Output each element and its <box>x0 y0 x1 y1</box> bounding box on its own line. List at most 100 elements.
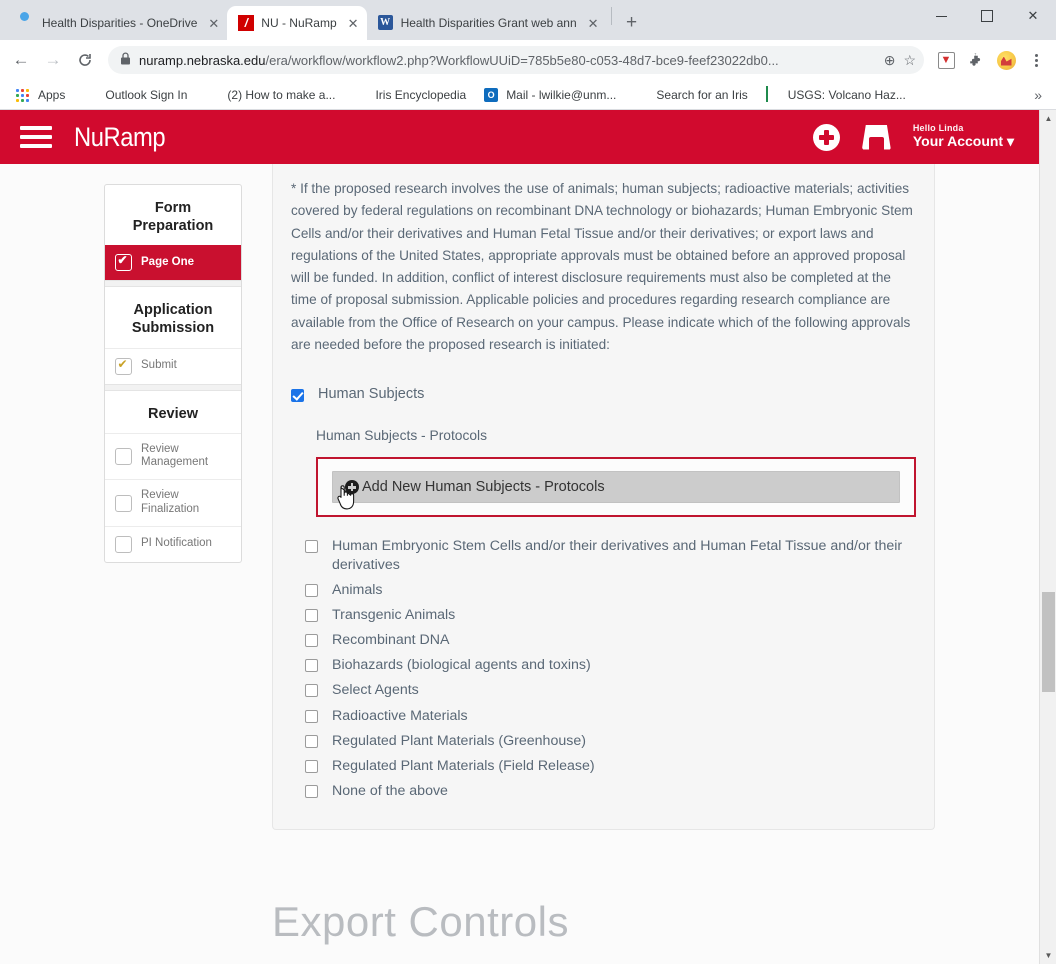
sidebar-item-submit[interactable]: Submit <box>105 347 241 384</box>
shield-extension-icon[interactable]: ▼ <box>932 46 960 74</box>
tab-title: Health Disparities Grant web ann <box>400 16 577 30</box>
install-app-icon[interactable]: ⊕ <box>884 52 896 69</box>
bookmark-label: Apps <box>38 87 66 102</box>
bookmark-apps[interactable]: Apps <box>8 84 73 106</box>
word-icon: W <box>377 15 394 31</box>
url-host: nuramp.nebraska.edu <box>139 52 266 68</box>
option-checkbox[interactable] <box>305 785 318 799</box>
profile-avatar-icon[interactable] <box>992 46 1020 74</box>
bookmark-iris-encyclopedia[interactable]: Iris Encyclopedia <box>345 84 474 106</box>
option-row[interactable]: Biohazards (biological agents and toxins… <box>305 656 916 674</box>
option-row[interactable]: Regulated Plant Materials (Greenhouse) <box>305 732 916 750</box>
compliance-panel: * If the proposed research involves the … <box>272 164 935 831</box>
option-row[interactable]: Select Agents <box>305 681 916 699</box>
human-subjects-row[interactable]: Human Subjects <box>291 386 916 403</box>
bookmark-usgs-volcano[interactable]: USGS: Volcano Haz... <box>758 84 914 106</box>
bookmarks-overflow-icon[interactable]: » <box>1034 87 1048 103</box>
nuramp-logo[interactable]: NuRamp <box>74 122 166 153</box>
bookmark-label: Search for an Iris <box>656 87 748 102</box>
sidebar-item-label: Page One <box>141 255 195 268</box>
export-controls-heading: Export Controls <box>272 898 569 946</box>
checkbox-icon <box>115 357 132 375</box>
iris-icon <box>353 87 369 103</box>
tab-divider <box>610 7 612 25</box>
bookmarks-bar: Apps Outlook Sign In (2) How to make a..… <box>0 80 1056 110</box>
option-label: None of the above <box>332 783 448 800</box>
option-checkbox[interactable] <box>305 659 318 673</box>
hamburger-menu-icon[interactable] <box>20 126 52 148</box>
puzzle-extension-icon[interactable] <box>962 46 990 74</box>
sidebar-item-pi-notification[interactable]: PI Notification <box>105 525 241 562</box>
option-label: Radioactive Materials <box>332 707 468 724</box>
option-label: Human Embryonic Stem Cells and/or their … <box>332 538 903 573</box>
option-checkbox[interactable] <box>305 608 318 622</box>
bookmark-label: Mail - lwilkie@unm... <box>506 87 617 102</box>
approval-options-list: Human Embryonic Stem Cells and/or their … <box>305 537 916 800</box>
sidebar-divider <box>105 280 241 288</box>
bookmark-label: Iris Encyclopedia <box>375 87 467 102</box>
add-new-human-subjects-protocols-button[interactable]: Add New Human Subjects - Protocols <box>332 471 900 504</box>
page-scrollbar[interactable]: ▲ ▼ <box>1039 110 1056 964</box>
option-checkbox[interactable] <box>305 734 318 748</box>
globe-icon <box>83 87 99 103</box>
tab-close-icon[interactable]: ✕ <box>208 17 219 30</box>
sidebar-item-page-one[interactable]: Page One <box>105 245 241 281</box>
browser-tab-3[interactable]: W Health Disparities Grant web ann ✕ <box>366 6 607 40</box>
browser-tab-2[interactable]: / NU - NuRamp ✕ <box>227 6 367 40</box>
three-dot-menu-icon[interactable] <box>1022 46 1050 74</box>
browser-tab-1[interactable]: Health Disparities - OneDrive ✕ <box>8 6 228 40</box>
address-bar[interactable]: nuramp.nebraska.edu/era/workflow/workflo… <box>108 46 924 74</box>
sidebar-item-review-management[interactable]: Review Management <box>105 432 241 480</box>
minimize-button[interactable] <box>918 0 964 32</box>
add-button-label: Add New Human Subjects - Protocols <box>362 479 605 496</box>
close-window-button[interactable]: ✕ <box>1010 0 1056 32</box>
option-row[interactable]: Radioactive Materials <box>305 707 916 725</box>
tab-title: NU - NuRamp <box>261 16 337 30</box>
option-checkbox[interactable] <box>305 759 318 773</box>
scroll-down-arrow-icon[interactable]: ▼ <box>1040 947 1056 964</box>
option-checkbox[interactable] <box>305 583 318 597</box>
option-label: Regulated Plant Materials (Field Release… <box>332 757 595 774</box>
scroll-up-arrow-icon[interactable]: ▲ <box>1040 110 1056 127</box>
sidebar-item-review-finalization[interactable]: Review Finalization <box>105 479 241 526</box>
sidebar-group-title-review: Review <box>148 405 198 422</box>
new-tab-button[interactable]: + <box>618 9 646 37</box>
option-row[interactable]: Human Embryonic Stem Cells and/or their … <box>305 537 916 573</box>
onedrive-icon <box>19 15 35 31</box>
maximize-button[interactable] <box>964 0 1010 32</box>
option-checkbox[interactable] <box>305 684 318 698</box>
page-body: Form Preparation Page One Application Su… <box>0 164 1056 964</box>
reload-icon[interactable] <box>70 45 100 75</box>
inbox-icon[interactable] <box>862 125 891 150</box>
option-checkbox[interactable] <box>305 540 318 554</box>
option-row[interactable]: Transgenic Animals <box>305 606 916 624</box>
sidebar-item-label: PI Notification <box>141 537 212 550</box>
add-protocol-highlight-box: Add New Human Subjects - Protocols <box>316 457 916 518</box>
forward-button[interactable]: → <box>38 45 68 75</box>
bookmark-youtube-video[interactable]: (2) How to make a... <box>197 84 343 106</box>
option-row[interactable]: None of the above <box>305 782 916 800</box>
back-button[interactable]: ← <box>6 45 36 75</box>
tab-close-icon[interactable]: ✕ <box>348 17 359 30</box>
option-row[interactable]: Regulated Plant Materials (Field Release… <box>305 757 916 775</box>
scrollbar-thumb[interactable] <box>1042 592 1055 692</box>
checkbox-icon <box>115 253 132 272</box>
youtube-icon <box>205 87 221 103</box>
tab-close-icon[interactable]: ✕ <box>588 17 599 30</box>
human-subjects-checkbox[interactable] <box>291 389 304 403</box>
account-menu[interactable]: Hello Linda Your Account ▾ <box>913 123 1014 149</box>
sidebar-item-label: Submit <box>141 359 177 372</box>
option-checkbox[interactable] <box>305 634 318 648</box>
plus-circle-icon[interactable] <box>812 123 840 151</box>
sidebar-item-label: Review Management <box>141 442 209 469</box>
option-label: Recombinant DNA <box>332 632 450 649</box>
window-controls: ✕ <box>918 0 1056 32</box>
option-row[interactable]: Recombinant DNA <box>305 631 916 649</box>
bookmark-outlook-sign-in[interactable]: Outlook Sign In <box>75 84 195 106</box>
bookmark-search-for-an-iris[interactable]: Search for an Iris <box>626 84 755 106</box>
bookmark-mail[interactable]: O Mail - lwilkie@unm... <box>476 84 624 106</box>
option-row[interactable]: Animals <box>305 581 916 599</box>
option-checkbox[interactable] <box>305 709 318 723</box>
bookmark-star-icon[interactable]: ☆ <box>903 52 916 69</box>
sidebar-divider <box>105 383 241 391</box>
